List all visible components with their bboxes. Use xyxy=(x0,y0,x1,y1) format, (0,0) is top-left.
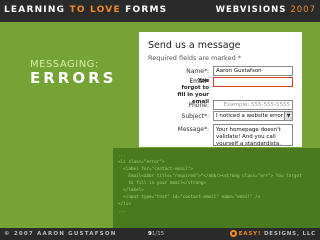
code-line: </li> xyxy=(118,202,131,207)
code-line: ... xyxy=(118,209,126,214)
code-sample: ... <li class="error"> <label for="conta… xyxy=(118,152,302,215)
code-line: to fill in your email</strong> xyxy=(118,181,206,186)
message-label: Message*: xyxy=(177,126,209,133)
company-brand: EASY! DESIGNS, LLC xyxy=(239,231,316,237)
subject-label: Subject*: xyxy=(181,113,209,120)
form-title: Send us a message xyxy=(148,40,241,51)
footer-bar: © 2007 AARON GUSTAFSON 91/15 EASY! DESIG… xyxy=(0,228,320,240)
company-brand-name: EASY! xyxy=(238,231,262,237)
title-part-2: FORMS xyxy=(125,5,168,15)
slide-heading: MESSAGING: ERRORS xyxy=(30,59,116,87)
contact-form: Send us a message Required fields are ma… xyxy=(139,32,302,147)
subject-select[interactable]: I noticed a website error ▼ xyxy=(213,111,293,121)
event-year: 2007 xyxy=(290,5,316,15)
email-field[interactable] xyxy=(213,77,293,87)
code-line: <label for="contact-email"> xyxy=(118,167,194,172)
name-field[interactable]: Aaron Gustafson xyxy=(213,66,293,76)
copyright-text: © 2007 AARON GUSTAFSON xyxy=(4,231,117,237)
event-name: WEBVISIONS xyxy=(215,5,287,15)
presentation-title: LEARNING TO LOVE FORMS xyxy=(4,5,167,15)
name-label: Name*: xyxy=(186,68,209,75)
title-accent: TO LOVE xyxy=(69,5,121,15)
code-line: ... xyxy=(118,153,126,158)
easy-designs-logo-icon xyxy=(229,229,238,238)
phone-label: Phone: xyxy=(188,102,209,109)
slide-counter: 91/15 xyxy=(148,231,165,237)
slide-heading-line2: ERRORS xyxy=(30,69,117,87)
code-line: <input type="text" id="contact-email" na… xyxy=(118,195,261,200)
phone-field[interactable]: Example: 555-555-5555 xyxy=(213,100,293,110)
subject-selected-value: I noticed a website error xyxy=(216,113,284,119)
code-line: <li class="error"> xyxy=(118,160,165,165)
title-part-1: LEARNING xyxy=(4,5,66,15)
message-textarea[interactable]: Your homepage doesn't validate! And you … xyxy=(213,124,293,146)
required-note: Required fields are marked * xyxy=(148,54,242,62)
header-bar: LEARNING TO LOVE FORMS WEBVISIONS 2007 xyxy=(0,0,320,22)
slide-counter-separator: 1 xyxy=(151,231,156,237)
code-line: </label> xyxy=(118,188,144,193)
total-slides: 15 xyxy=(157,231,165,237)
dropdown-arrow-icon[interactable]: ▼ xyxy=(284,112,292,120)
company-brand-suffix: DESIGNS, LLC xyxy=(263,231,316,237)
slide-area: MESSAGING: ERRORS Send us a message Requ… xyxy=(0,22,320,240)
code-sample-panel: ... <li class="error"> <label for="conta… xyxy=(113,148,320,240)
event-brand: WEBVISIONS 2007 xyxy=(216,5,316,15)
code-line: Email<abbr title="required">*</abbr><str… xyxy=(118,174,302,179)
